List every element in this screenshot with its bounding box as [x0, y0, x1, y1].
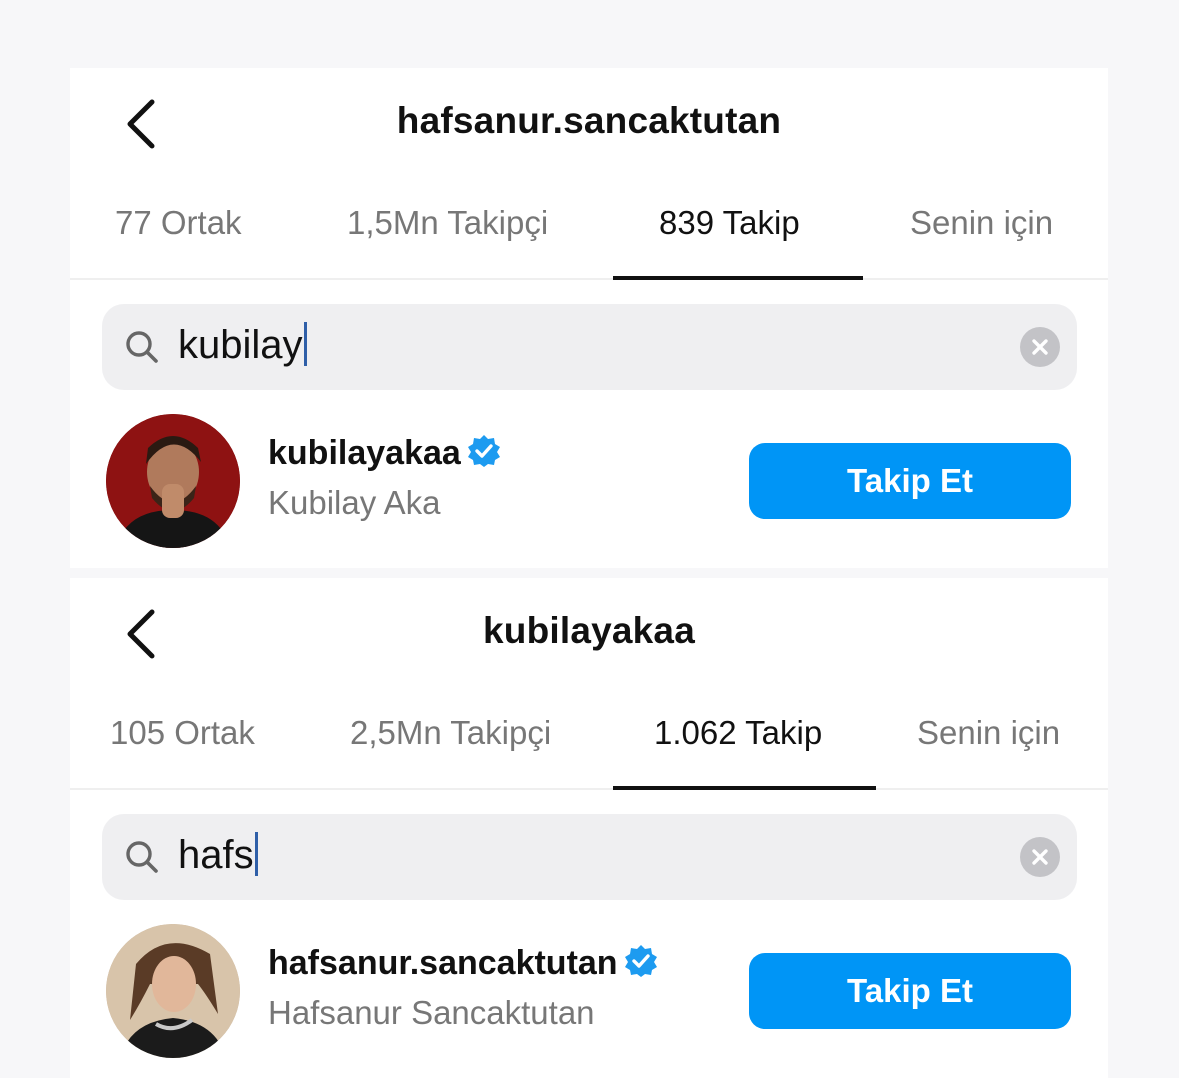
text-cursor: [303, 322, 307, 366]
tab-bar: 77 Ortak 1,5Mn Takipçi 839 Takip Senin i…: [70, 194, 1108, 280]
avatar-image: [106, 414, 240, 548]
result-username[interactable]: kubilayakaa: [268, 434, 501, 473]
text-cursor: [254, 832, 258, 876]
search-icon: [126, 331, 158, 363]
avatar[interactable]: [106, 414, 240, 548]
tab-followers[interactable]: 1,5Mn Takipçi: [347, 204, 548, 242]
profile-following-panel: kubilayakaa 105 Ortak 2,5Mn Takipçi 1.06…: [70, 578, 1108, 1078]
search-result-row[interactable]: hafsanur.sancaktutan Hafsanur Sancaktuta…: [106, 924, 1076, 1060]
follow-button[interactable]: Takip Et: [749, 443, 1071, 519]
tab-bar: 105 Ortak 2,5Mn Takipçi 1.062 Takip Seni…: [70, 704, 1108, 790]
search-query[interactable]: kubilay: [178, 322, 307, 368]
verified-badge-icon: [624, 944, 658, 978]
page-title: kubilayakaa: [482, 610, 695, 651]
tab-following[interactable]: 1.062 Takip: [654, 714, 822, 752]
clear-icon: [1032, 849, 1048, 865]
tab-following[interactable]: 839 Takip: [659, 204, 800, 242]
page-title: hafsanur.sancaktutan: [396, 100, 782, 141]
active-tab-indicator: [613, 276, 863, 280]
search-result-row[interactable]: kubilayakaa Kubilay Aka Takip Et: [106, 414, 1076, 550]
search-input[interactable]: hafs: [102, 814, 1077, 900]
follow-button[interactable]: Takip Et: [749, 953, 1071, 1029]
tab-mutual[interactable]: 77 Ortak: [115, 204, 242, 242]
profile-following-panel: hafsanur.sancaktutan 77 Ortak 1,5Mn Taki…: [70, 68, 1108, 568]
clear-search-button[interactable]: [1020, 327, 1060, 367]
header: kubilayakaa: [70, 578, 1108, 688]
tab-for-you[interactable]: Senin için: [917, 714, 1060, 752]
tab-for-you[interactable]: Senin için: [910, 204, 1053, 242]
clear-icon: [1032, 339, 1048, 355]
result-full-name: Hafsanur Sancaktutan: [268, 994, 595, 1031]
clear-search-button[interactable]: [1020, 837, 1060, 877]
avatar-image: [106, 924, 240, 1058]
avatar[interactable]: [106, 924, 240, 1058]
search-input[interactable]: kubilay: [102, 304, 1077, 390]
result-username[interactable]: hafsanur.sancaktutan: [268, 944, 658, 983]
search-query[interactable]: hafs: [178, 832, 258, 878]
tab-followers[interactable]: 2,5Mn Takipçi: [350, 714, 551, 752]
verified-badge-icon: [467, 434, 501, 468]
active-tab-indicator: [613, 786, 876, 790]
tab-mutual[interactable]: 105 Ortak: [110, 714, 255, 752]
search-icon: [126, 841, 158, 873]
header: hafsanur.sancaktutan: [70, 68, 1108, 178]
result-full-name: Kubilay Aka: [268, 484, 441, 521]
